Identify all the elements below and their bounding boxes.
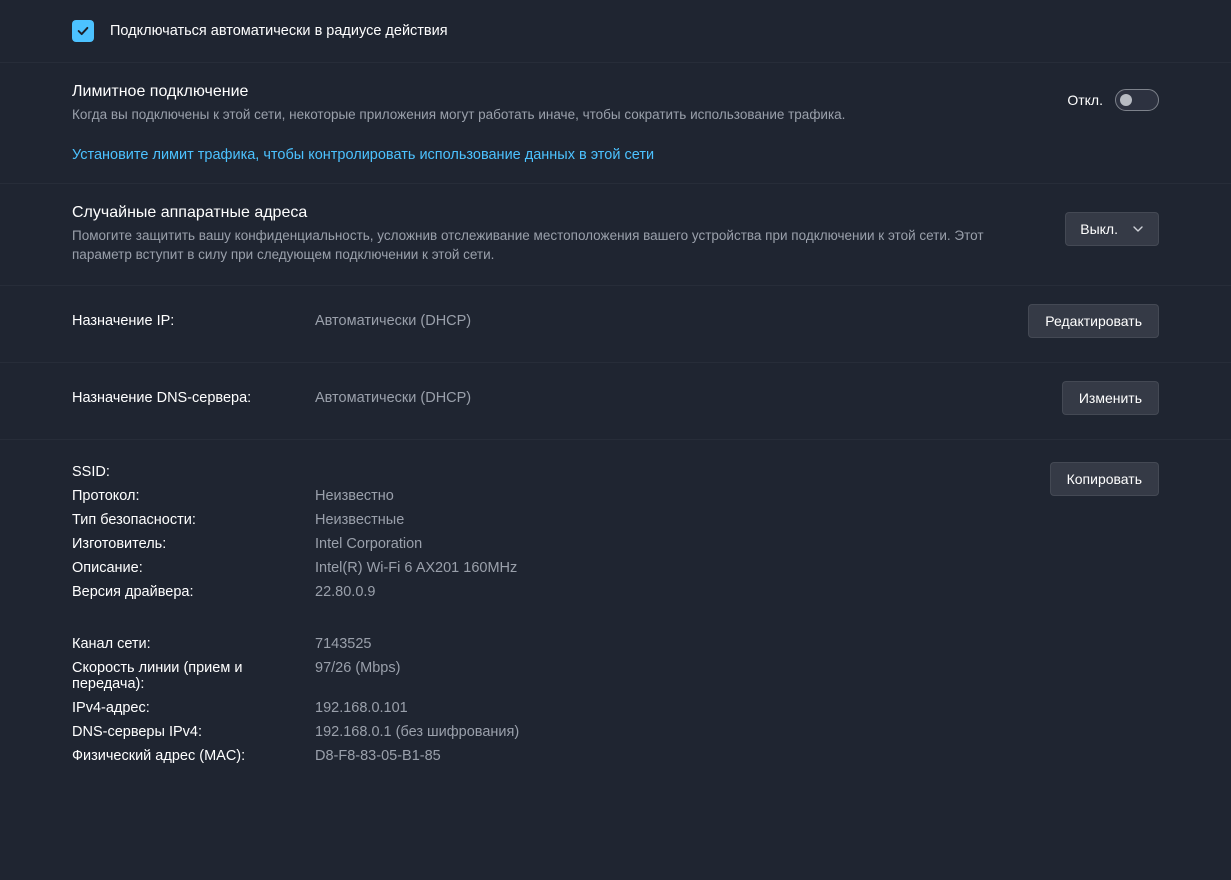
info-row: Физический адрес (MAC):D8-F8-83-05-B1-85 xyxy=(72,744,1159,768)
info-row: Изготовитель:Intel Corporation xyxy=(72,532,1026,556)
metered-title: Лимитное подключение xyxy=(72,83,845,101)
info-value: 22.80.0.9 xyxy=(315,584,375,600)
network-info-section: SSID:Протокол:НеизвестноТип безопасности… xyxy=(0,440,1231,808)
checkmark-icon xyxy=(76,24,90,38)
ip-kv: Назначение IP: Автоматически (DHCP) xyxy=(72,309,1004,333)
copy-button[interactable]: Копировать xyxy=(1050,462,1159,496)
metered-text: Лимитное подключение Когда вы подключены… xyxy=(72,83,845,125)
info-key: Описание: xyxy=(72,560,315,576)
info-row: Протокол:Неизвестно xyxy=(72,484,1026,508)
info-key: Тип безопасности: xyxy=(72,512,315,528)
ip-row: Назначение IP: Автоматически (DHCP) Реда… xyxy=(72,304,1159,338)
info-key: Скорость линии (прием и передача): xyxy=(72,660,315,692)
random-mac-select-label: Выкл. xyxy=(1080,221,1118,237)
ip-value: Автоматически (DHCP) xyxy=(315,313,471,329)
dns-kv: Назначение DNS-сервера: Автоматически (D… xyxy=(72,386,1038,410)
info-value: 97/26 (Mbps) xyxy=(315,660,400,676)
auto-connect-row: Подключаться автоматически в радиусе дей… xyxy=(72,20,1159,42)
ip-section: Назначение IP: Автоматически (DHCP) Реда… xyxy=(0,286,1231,363)
auto-connect-section: Подключаться автоматически в радиусе дей… xyxy=(0,0,1231,63)
metered-row: Лимитное подключение Когда вы подключены… xyxy=(72,83,1159,125)
info-key: Изготовитель: xyxy=(72,536,315,552)
info-header-row: SSID:Протокол:НеизвестноТип безопасности… xyxy=(72,460,1159,604)
random-mac-desc: Помогите защитить вашу конфиденциальност… xyxy=(72,226,1041,265)
info-value: 7143525 xyxy=(315,636,371,652)
info-row: Скорость линии (прием и передача):97/26 … xyxy=(72,656,1159,696)
info-value: 192.168.0.1 (без шифрования) xyxy=(315,724,519,740)
dns-value: Автоматически (DHCP) xyxy=(315,390,471,406)
info-row: IPv4-адрес:192.168.0.101 xyxy=(72,696,1159,720)
info-row: DNS-серверы IPv4:192.168.0.1 (без шифров… xyxy=(72,720,1159,744)
chevron-down-icon xyxy=(1132,223,1144,235)
random-mac-select[interactable]: Выкл. xyxy=(1065,212,1159,246)
dns-row: Назначение DNS-сервера: Автоматически (D… xyxy=(72,381,1159,415)
info-value: Неизвестно xyxy=(315,488,394,504)
info-key: Канал сети: xyxy=(72,636,315,652)
auto-connect-checkbox[interactable] xyxy=(72,20,94,42)
dns-edit-button[interactable]: Изменить xyxy=(1062,381,1159,415)
info-rows-group-2: Канал сети:7143525Скорость линии (прием … xyxy=(72,632,1159,768)
ip-label: Назначение IP: xyxy=(72,313,315,329)
info-key: Физический адрес (MAC): xyxy=(72,748,315,764)
info-key: IPv4-адрес: xyxy=(72,700,315,716)
random-mac-row: Случайные аппаратные адреса Помогите защ… xyxy=(72,204,1159,265)
info-rows-group-1: SSID:Протокол:НеизвестноТип безопасности… xyxy=(72,460,1026,604)
info-row: Версия драйвера:22.80.0.9 xyxy=(72,580,1026,604)
info-key: DNS-серверы IPv4: xyxy=(72,724,315,740)
data-limit-link[interactable]: Установите лимит трафика, чтобы контроли… xyxy=(72,147,654,163)
auto-connect-label: Подключаться автоматически в радиусе дей… xyxy=(110,23,448,39)
metered-toggle-label: Откл. xyxy=(1067,92,1103,108)
metered-toggle[interactable] xyxy=(1115,89,1159,111)
info-key: Версия драйвера: xyxy=(72,584,315,600)
info-row: Тип безопасности:Неизвестные xyxy=(72,508,1026,532)
random-mac-section: Случайные аппаратные адреса Помогите защ… xyxy=(0,184,1231,286)
metered-toggle-wrap: Откл. xyxy=(1067,89,1159,111)
ip-edit-button[interactable]: Редактировать xyxy=(1028,304,1159,338)
info-value: Intel(R) Wi-Fi 6 AX201 160MHz xyxy=(315,560,517,576)
info-value: 192.168.0.101 xyxy=(315,700,408,716)
dns-label: Назначение DNS-сервера: xyxy=(72,390,315,406)
info-value: D8-F8-83-05-B1-85 xyxy=(315,748,441,764)
info-row: SSID: xyxy=(72,460,1026,484)
info-key: Протокол: xyxy=(72,488,315,504)
metered-section: Лимитное подключение Когда вы подключены… xyxy=(0,63,1231,184)
info-row: Описание:Intel(R) Wi-Fi 6 AX201 160MHz xyxy=(72,556,1026,580)
dns-section: Назначение DNS-сервера: Автоматически (D… xyxy=(0,363,1231,440)
info-row: Канал сети:7143525 xyxy=(72,632,1159,656)
random-mac-title: Случайные аппаратные адреса xyxy=(72,204,1041,222)
info-value: Неизвестные xyxy=(315,512,404,528)
info-value: Intel Corporation xyxy=(315,536,422,552)
random-mac-text: Случайные аппаратные адреса Помогите защ… xyxy=(72,204,1041,265)
info-key: SSID: xyxy=(72,464,315,480)
metered-desc: Когда вы подключены к этой сети, некотор… xyxy=(72,105,845,125)
